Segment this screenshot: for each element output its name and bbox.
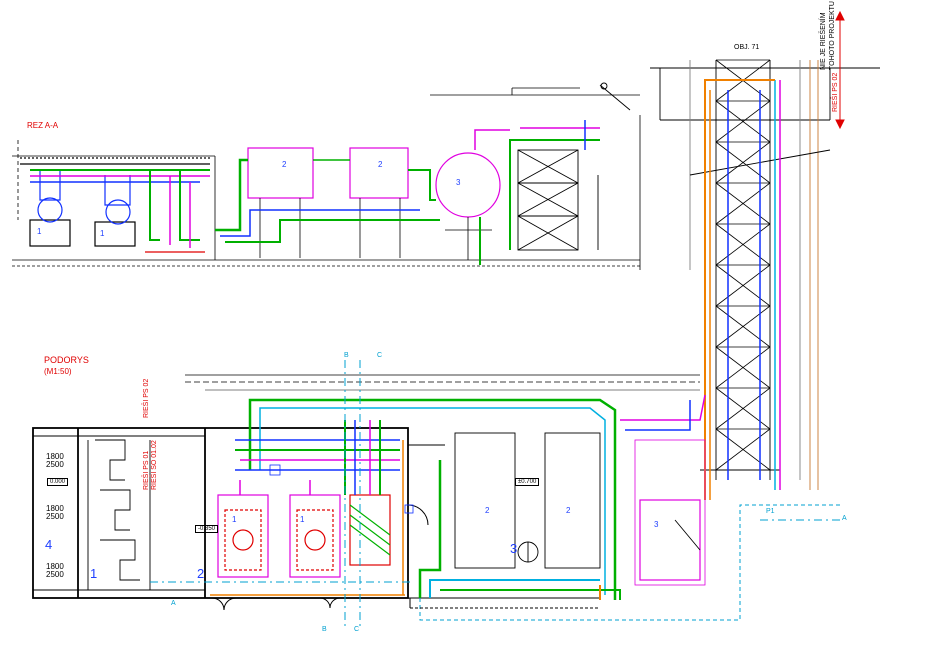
out-of-scope-line-2: TOHOTO PROJEKTU <box>829 1 836 70</box>
dim-width-2: 2500 <box>46 512 64 521</box>
plan-tanks <box>454 432 706 586</box>
section-mark-b-bottom: B <box>322 626 327 633</box>
section-tank-number-1: 2 <box>282 160 287 169</box>
section-view <box>12 87 641 270</box>
section-mark-c-bottom: C <box>354 626 360 633</box>
section-pump-number-1: 1 <box>37 227 42 236</box>
ps02-left-label: RIEŠI PS 02 <box>143 378 150 418</box>
plan-boiler-number-1: 1 <box>232 515 237 524</box>
level-mark-room2: -0.850 <box>195 525 219 533</box>
section-mark-a-left: A <box>171 600 176 607</box>
ps02-top-label: RIEŠI PS 02 <box>832 72 839 112</box>
ps01-label: RIEŠI PS 01 <box>143 450 150 490</box>
level-mark-room3: ±0.700 <box>515 478 540 486</box>
room-number-2: 2 <box>197 566 205 581</box>
object-label: OBJ. 71 <box>734 44 760 51</box>
plan-tank-number-1: 2 <box>485 506 490 515</box>
plan-room-4 <box>87 439 151 590</box>
tower-bracing <box>715 59 771 471</box>
section-mark-b-top: B <box>344 352 349 359</box>
section-pump-number-2: 1 <box>100 229 105 238</box>
tanks-section <box>215 129 510 265</box>
section-mark-p1: P1 <box>766 508 775 515</box>
tower-section <box>509 82 631 251</box>
dim-width-1: 2500 <box>46 460 64 469</box>
plan-tank-number-2: 2 <box>566 506 571 515</box>
plan-scale: (M1:50) <box>44 367 72 376</box>
so-label: RIEŠI SO 01.02 <box>151 440 158 490</box>
level-mark-room4: 0.000 <box>47 478 69 486</box>
room-number-4: 4 <box>45 537 53 552</box>
out-of-scope-line-1: NIE JE RIEŠENÍM <box>820 12 827 70</box>
plan-equipment-marks <box>269 464 414 514</box>
pump-group-section <box>20 157 210 253</box>
section-mark-a-right: A <box>842 515 847 522</box>
section-title: REZ A-A <box>27 121 59 130</box>
plan-piping <box>185 374 706 600</box>
section-mark-c-top: C <box>377 352 383 359</box>
plan-vessel-number: 3 <box>654 520 659 529</box>
section-vessel-number: 3 <box>456 178 461 187</box>
dim-width-3: 2500 <box>46 570 64 579</box>
room-number-3: 3 <box>510 541 518 556</box>
plan-title: PODORYS <box>44 355 89 365</box>
plan-boilers <box>217 494 391 578</box>
room-number-1: 1 <box>90 566 98 581</box>
section-tank-number-2: 2 <box>378 160 383 169</box>
drawing-canvas <box>12 10 880 630</box>
plan-boiler-number-2: 1 <box>300 515 305 524</box>
